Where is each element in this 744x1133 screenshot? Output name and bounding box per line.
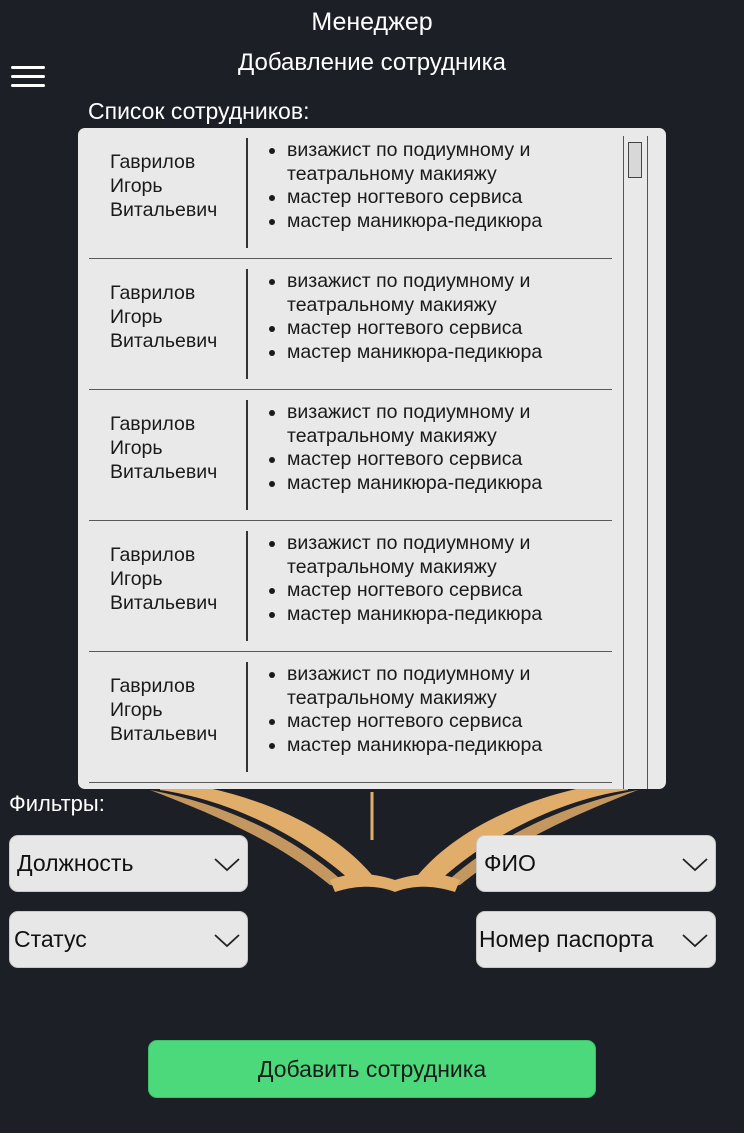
skill-item: мастер маникюра-педикюра [287, 472, 617, 496]
employee-name: Гаврилов Игорь Витальевич [110, 674, 245, 746]
fio-filter-label: ФИО [484, 850, 536, 876]
add-employee-button[interactable]: Добавить сотрудника [148, 1040, 596, 1098]
menu-line [11, 75, 45, 78]
employee-row[interactable]: Гаврилов Игорь Витальевич визажист по по… [89, 390, 612, 521]
employee-surname: Гаврилов [110, 282, 196, 304]
employee-name: Гаврилов Игорь Витальевич [110, 281, 245, 353]
skill-item: мастер маникюра-педикюра [287, 734, 617, 758]
employee-row[interactable]: Гаврилов Игорь Витальевич визажист по по… [89, 259, 612, 390]
skill-item: мастер маникюра-педикюра [287, 210, 617, 234]
skill-item: мастер ногтевого сервиса [287, 317, 617, 341]
employee-surname: Гаврилов [110, 544, 196, 566]
employee-patronymic: Витальевич [110, 461, 218, 483]
passport-filter-dropdown[interactable]: Номер паспорта [476, 911, 716, 968]
employee-surname: Гаврилов [110, 151, 196, 173]
skill-item: визажист по подиумному и театральному ма… [287, 663, 617, 710]
employee-patronymic: Витальевич [110, 723, 218, 745]
skill-item: мастер маникюра-педикюра [287, 341, 617, 365]
skill-item: визажист по подиумному и театральному ма… [287, 139, 617, 186]
column-divider [246, 400, 248, 510]
employee-patronymic: Витальевич [110, 199, 218, 221]
list-scrollbar[interactable] [623, 136, 648, 789]
employee-first-name: Игорь [110, 699, 163, 721]
position-filter-dropdown[interactable]: Должность [9, 835, 248, 892]
app-title: Менеджер [311, 8, 433, 36]
employee-first-name: Игорь [110, 306, 163, 328]
employee-rows: Гаврилов Игорь Витальевич визажист по по… [89, 128, 612, 783]
status-filter-label: Статус [14, 926, 87, 952]
employee-surname: Гаврилов [110, 413, 196, 435]
skill-item: визажист по подиумному и театральному ма… [287, 270, 617, 317]
skill-item: визажист по подиумному и театральному ма… [287, 532, 617, 579]
menu-line [11, 66, 45, 69]
skill-item: мастер ногтевого сервиса [287, 186, 617, 210]
employee-row[interactable]: Гаврилов Игорь Витальевич визажист по по… [89, 128, 612, 259]
skill-item: мастер ногтевого сервиса [287, 448, 617, 472]
employee-skills: визажист по подиумному и театральному ма… [266, 663, 617, 757]
position-filter-label: Должность [17, 850, 134, 876]
employee-first-name: Игорь [110, 568, 163, 590]
skill-item: визажист по подиумному и театральному ма… [287, 401, 617, 448]
employee-list-label: Список сотрудников: [88, 98, 310, 124]
skill-item: мастер ногтевого сервиса [287, 710, 617, 734]
employee-patronymic: Витальевич [110, 592, 218, 614]
employee-name: Гаврилов Игорь Витальевич [110, 150, 245, 222]
employee-name: Гаврилов Игорь Витальевич [110, 412, 245, 484]
filters-label: Фильтры: [9, 791, 105, 816]
employee-skills: визажист по подиумному и театральному ма… [266, 532, 617, 626]
employee-skills: визажист по подиумному и театральному ма… [266, 401, 617, 495]
column-divider [246, 662, 248, 772]
add-employee-button-label: Добавить сотрудника [257, 1056, 487, 1082]
employee-skills: визажист по подиумному и театральному ма… [266, 139, 617, 233]
column-divider [246, 269, 248, 379]
employee-first-name: Игорь [110, 437, 163, 459]
scrollbar-thumb[interactable] [628, 142, 642, 178]
employee-surname: Гаврилов [110, 675, 196, 697]
column-divider [246, 138, 248, 248]
employee-list[interactable]: Гаврилов Игорь Витальевич визажист по по… [78, 128, 666, 789]
chevron-down-icon [682, 934, 708, 948]
chevron-down-icon [214, 934, 240, 948]
employee-skills: визажист по подиумному и театральному ма… [266, 270, 617, 364]
employee-row[interactable]: Гаврилов Игорь Витальевич визажист по по… [89, 652, 612, 783]
page-title: Добавление сотрудника [237, 49, 507, 76]
hamburger-menu-icon[interactable] [11, 66, 45, 90]
chevron-down-icon [682, 858, 708, 872]
employee-first-name: Игорь [110, 175, 163, 197]
fio-filter-dropdown[interactable]: ФИО [476, 835, 716, 892]
employee-patronymic: Витальевич [110, 330, 218, 352]
column-divider [246, 531, 248, 641]
skill-item: мастер маникюра-педикюра [287, 603, 617, 627]
passport-filter-label: Номер паспорта [479, 926, 654, 952]
skill-item: мастер ногтевого сервиса [287, 579, 617, 603]
status-filter-dropdown[interactable]: Статус [9, 911, 248, 968]
menu-line [11, 84, 45, 87]
chevron-down-icon [214, 858, 240, 872]
employee-name: Гаврилов Игорь Витальевич [110, 543, 245, 615]
employee-row[interactable]: Гаврилов Игорь Витальевич визажист по по… [89, 521, 612, 652]
